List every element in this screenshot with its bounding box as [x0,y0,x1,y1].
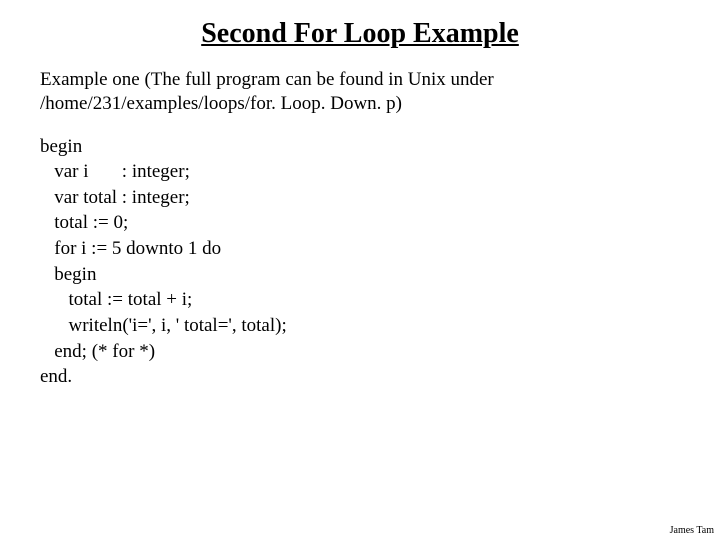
intro-paragraph: Example one (The full program can be fou… [40,68,680,116]
slide-title: Second For Loop Example [40,18,680,50]
intro-line-2: /home/231/examples/loops/for. Loop. Down… [40,93,402,114]
intro-line-1: Example one (The full program can be fou… [40,69,494,90]
footer-author: James Tam [670,525,714,536]
slide: Second For Loop Example Example one (The… [0,0,720,390]
code-block: begin var i : integer; var total : integ… [40,134,680,390]
